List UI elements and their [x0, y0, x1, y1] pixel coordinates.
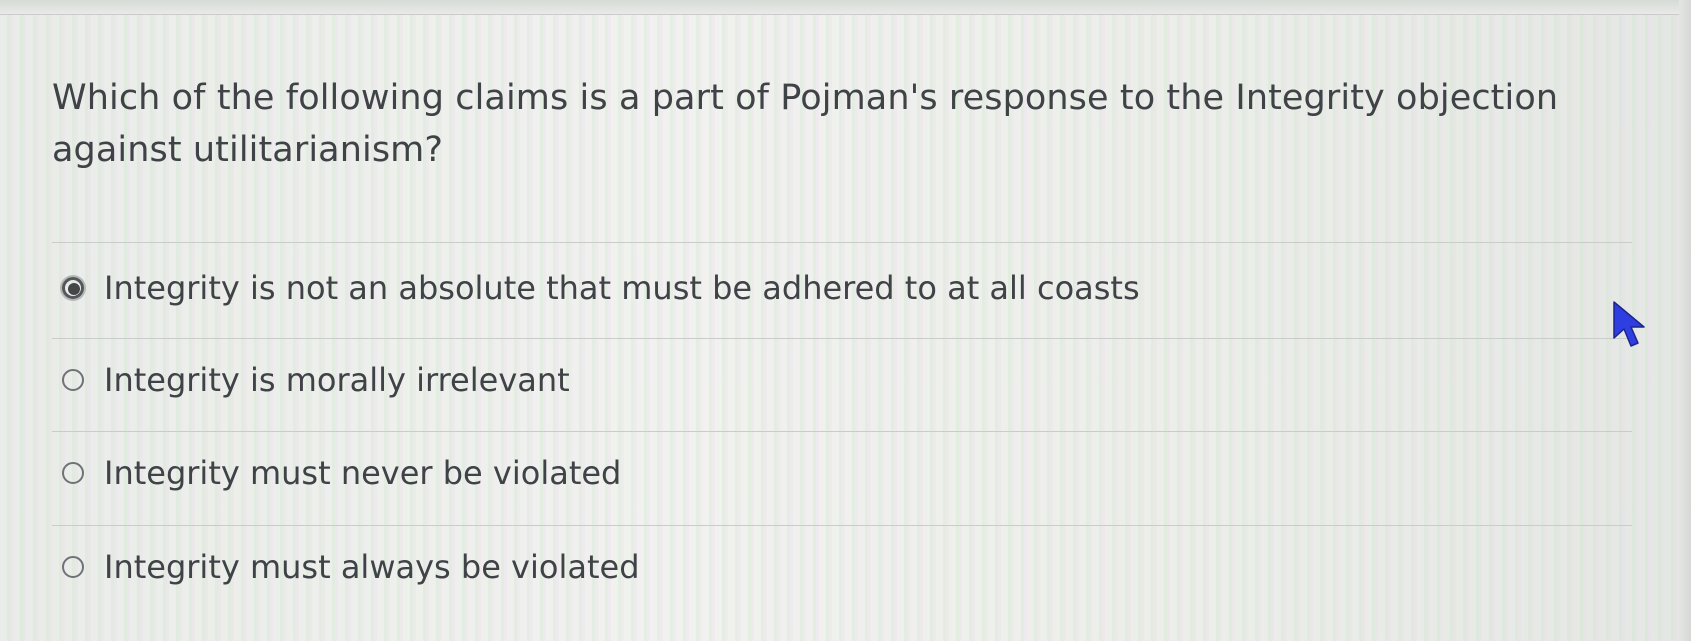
screen-top-edge — [0, 0, 1691, 15]
radio-button-selected[interactable] — [62, 277, 84, 299]
divider — [52, 338, 1632, 339]
answer-option-3[interactable]: Integrity must never be violated — [62, 451, 621, 495]
radio-button[interactable] — [62, 462, 84, 484]
divider — [52, 431, 1632, 432]
answer-option-label: Integrity is not an absolute that must b… — [104, 269, 1140, 307]
answer-option-label: Integrity must always be violated — [104, 548, 640, 586]
radio-button[interactable] — [62, 556, 84, 578]
divider — [52, 242, 1632, 243]
answer-option-label: Integrity must never be violated — [104, 454, 622, 492]
mouse-pointer-icon — [1613, 301, 1645, 347]
answer-option-label: Integrity is morally irrelevant — [104, 361, 570, 399]
radio-button[interactable] — [62, 369, 84, 391]
answer-option-2[interactable]: Integrity is morally irrelevant — [62, 358, 570, 402]
answer-option-4[interactable]: Integrity must always be violated — [62, 545, 640, 589]
answer-option-1[interactable]: Integrity is not an absolute that must b… — [62, 266, 1140, 310]
screen-right-edge — [1679, 0, 1691, 641]
question-text: Which of the following claims is a part … — [52, 78, 1559, 170]
divider — [52, 525, 1632, 526]
